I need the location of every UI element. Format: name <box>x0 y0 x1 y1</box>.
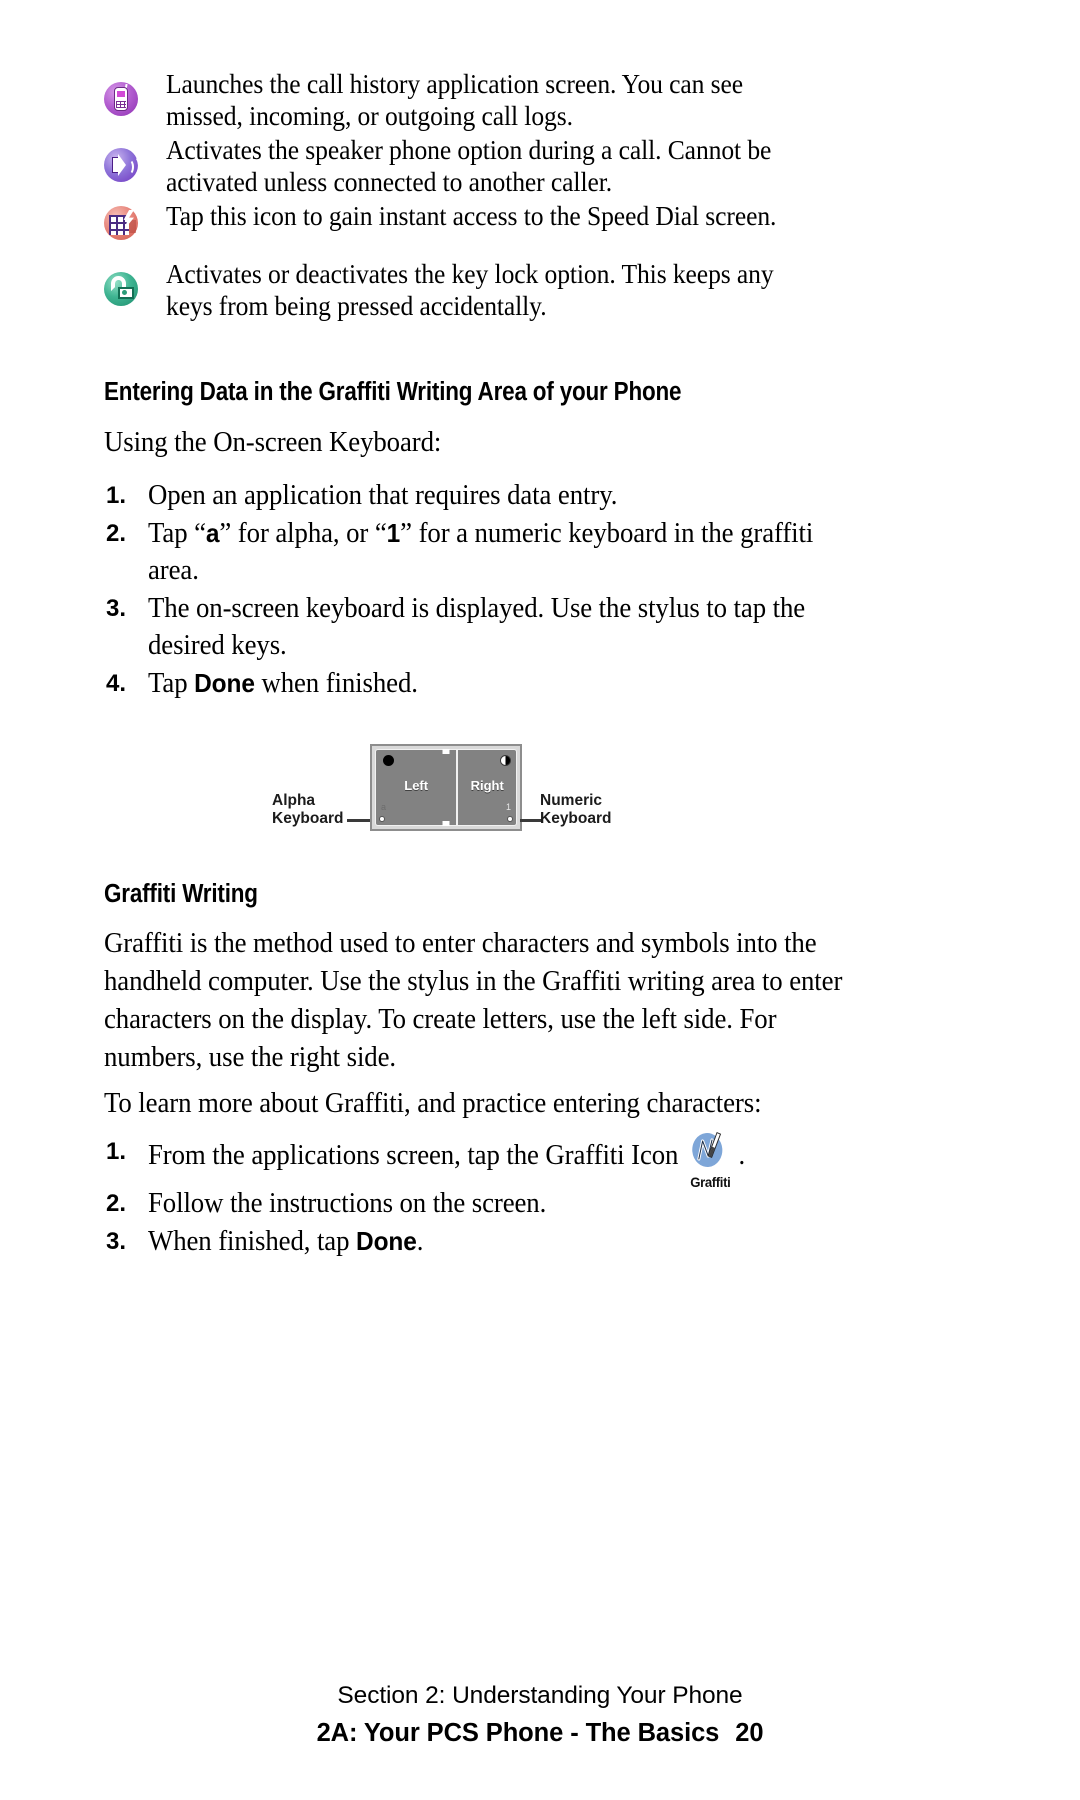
divider-notch-top-icon <box>442 749 450 754</box>
alpha-keyboard-dot-icon <box>379 816 385 822</box>
graffiti-app-icon: Graffiti <box>684 1131 737 1190</box>
icon-description-text: Launches the call history application sc… <box>166 68 744 131</box>
step2-text-pre: Tap “ <box>148 518 206 549</box>
list-item-text: Tap Done when finished. <box>148 665 821 702</box>
mini-alpha-label: a <box>381 802 387 812</box>
list-item-text: Open an application that requires data e… <box>148 480 618 511</box>
onscreen-keyboard-steps: 1. Open an application that requires dat… <box>104 477 864 703</box>
list-item: 1. From the applications screen, tap the… <box>104 1131 904 1190</box>
list-item: 3. When finished, tap Done. <box>104 1223 904 1260</box>
icon-cell <box>104 68 166 116</box>
icon-cell <box>104 258 166 306</box>
writing-area-left-region: Left a <box>375 749 458 826</box>
footer-chapter-text: 2A: Your PCS Phone - The Basics <box>316 1719 720 1747</box>
document-page: Launches the call history application sc… <box>0 0 1080 1800</box>
alpha-dot-icon <box>383 755 394 766</box>
step4-text-post: when finished. <box>254 668 418 699</box>
paragraph-graffiti-description: Graffiti is the method used to enter cha… <box>104 928 843 1073</box>
list-item: 2. Tap “a” for alpha, or “1” for a numer… <box>104 515 864 589</box>
step2-bold-1: 1 <box>386 518 401 548</box>
graffiti-step1-text-post: . <box>738 1140 746 1171</box>
icon-description-text: Tap this icon to gain instant access to … <box>166 200 777 231</box>
list-item-number: 1. <box>106 482 127 509</box>
heading-graffiti-writing: Graffiti Writing <box>104 880 258 908</box>
footer-section-line: Section 2: Understanding Your Phone <box>337 1682 743 1709</box>
list-item-number: 2. <box>106 520 127 547</box>
figure-label-numeric-line2: Keyboard <box>540 810 612 827</box>
graffiti-writing-area-diagram: Alpha Keyboard Left a Right 1 Numeric Ke… <box>272 742 812 847</box>
key-lock-icon <box>104 272 138 306</box>
writing-area-right-region: Right 1 <box>457 749 517 826</box>
graffiti-step3-text-post: . <box>416 1226 424 1257</box>
icon-description-row: Tap this icon to gain instant access to … <box>104 200 834 240</box>
list-item-number: 3. <box>106 1228 127 1255</box>
mini-numeric-label: 1 <box>505 802 511 812</box>
list-item-number: 4. <box>106 670 127 697</box>
writing-area-inner: Left a Right 1 <box>375 749 517 826</box>
list-item-number: 2. <box>106 1190 127 1217</box>
writing-area-graphic: Left a Right 1 <box>370 744 522 831</box>
step4-bold-done: Done <box>194 668 255 698</box>
step4-text-pre: Tap <box>148 668 195 699</box>
list-item: 3. The on-screen keyboard is displayed. … <box>104 590 864 664</box>
icon-cell <box>104 134 166 182</box>
list-item: 4. Tap Done when finished. <box>104 665 864 702</box>
list-item: 2. Follow the instructions on the screen… <box>104 1185 904 1222</box>
list-item-text: The on-screen keyboard is displayed. Use… <box>148 593 806 661</box>
graffiti-practice-steps: 1. From the applications screen, tap the… <box>104 1131 904 1261</box>
list-item-number: 3. <box>106 595 127 622</box>
figure-label-numeric-keyboard: Numeric Keyboard <box>540 792 612 828</box>
figure-label-alpha-keyboard: Alpha Keyboard <box>272 792 344 828</box>
heading-entering-data: Entering Data in the Graffiti Writing Ar… <box>104 378 682 406</box>
page-footer: Section 2: Understanding Your Phone 2A: … <box>0 1682 1080 1748</box>
list-item-number: 1. <box>106 1138 127 1165</box>
intro-learn-more-graffiti: To learn more about Graffiti, and practi… <box>104 1088 762 1119</box>
figure-label-alpha-line2: Keyboard <box>272 810 344 827</box>
icon-description-row: Activates the speaker phone option durin… <box>104 134 834 198</box>
list-item-text: Tap “a” for alpha, or “1” for a numeric … <box>148 515 821 589</box>
icon-description-row: Activates or deactivates the key lock op… <box>104 258 834 322</box>
figure-label-alpha-line1: Alpha <box>272 792 316 809</box>
speaker-phone-icon <box>104 148 140 182</box>
writing-area-right-label: Right <box>470 778 504 793</box>
figure-label-numeric-line1: Numeric <box>540 792 603 809</box>
graffiti-step1-text: From the applications screen, tap the Gr… <box>148 1140 679 1171</box>
intro-using-onscreen-keyboard: Using the On-screen Keyboard: <box>104 427 442 458</box>
speed-dial-icon <box>104 206 138 240</box>
footer-chapter-line: 2A: Your PCS Phone - The Basics 20 <box>0 1719 1080 1748</box>
icon-description-list: Launches the call history application sc… <box>104 68 834 324</box>
icon-description-text: Activates or deactivates the key lock op… <box>166 258 774 321</box>
graffiti-step3-text-pre: When finished, tap <box>148 1226 357 1257</box>
call-history-icon <box>104 82 138 116</box>
divider-notch-bottom-icon <box>442 821 450 826</box>
list-item-text: From the applications screen, tap the Gr… <box>148 1131 859 1190</box>
page-number: 20 <box>735 1719 764 1747</box>
icon-description-text: Activates the speaker phone option durin… <box>166 134 772 197</box>
list-item: 1. Open an application that requires dat… <box>104 477 864 514</box>
figure-leader-line-right <box>520 819 542 822</box>
icon-cell <box>104 200 166 240</box>
numeric-keyboard-dot-icon <box>507 816 513 822</box>
step2-text-mid: ” for alpha, or “ <box>219 518 387 549</box>
writing-area-left-label: Left <box>404 778 429 793</box>
graffiti-step3-bold-done: Done <box>356 1226 417 1256</box>
list-item-text: Follow the instructions on the screen. <box>148 1188 547 1219</box>
list-item-text: When finished, tap Done. <box>148 1223 859 1260</box>
step2-bold-a: a <box>205 518 220 548</box>
numeric-dot-icon <box>500 755 511 766</box>
icon-description-row: Launches the call history application sc… <box>104 68 834 132</box>
